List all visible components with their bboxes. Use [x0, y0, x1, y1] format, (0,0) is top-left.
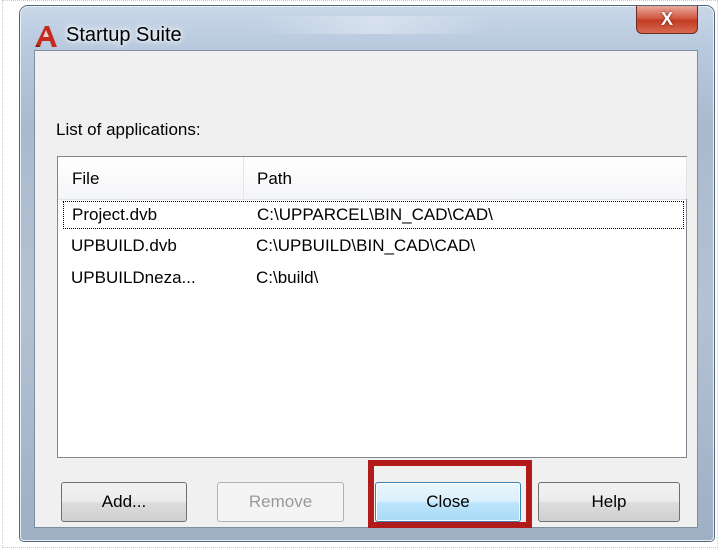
dialog-content: List of applications: File Path Project.…: [34, 50, 698, 528]
applications-list[interactable]: File Path Project.dvb C:\UPPARCEL\BIN_CA…: [57, 156, 687, 458]
file-cell: UPBUILD.dvb: [71, 236, 177, 255]
window-title: Startup Suite: [66, 24, 182, 46]
help-button[interactable]: Help: [538, 482, 680, 522]
list-item[interactable]: UPBUILDneza... C:\build\: [58, 265, 686, 293]
path-cell: C:\build\: [256, 268, 319, 287]
column-divider: [686, 157, 687, 199]
column-divider[interactable]: [243, 157, 244, 199]
list-item[interactable]: UPBUILD.dvb C:\UPBUILD\BIN_CAD\CAD\: [58, 233, 686, 261]
background-blur: [260, 16, 490, 34]
file-cell: UPBUILDneza...: [71, 268, 196, 287]
close-window-button[interactable]: X: [636, 6, 698, 34]
path-cell: C:\UPBUILD\BIN_CAD\CAD\: [256, 236, 476, 255]
autocad-a-icon: [32, 22, 60, 50]
list-header: File Path: [58, 157, 687, 200]
path-cell: C:\UPPARCEL\BIN_CAD\CAD\: [257, 205, 493, 224]
add-button[interactable]: Add...: [61, 482, 187, 522]
highlight-annotation-box: [368, 460, 532, 528]
list-of-applications-label: List of applications:: [56, 120, 201, 139]
file-cell: Project.dvb: [72, 205, 158, 224]
column-header-file[interactable]: File: [72, 169, 99, 189]
column-header-path[interactable]: Path: [257, 169, 292, 189]
list-item[interactable]: Project.dvb C:\UPPARCEL\BIN_CAD\CAD\: [63, 201, 684, 229]
remove-button[interactable]: Remove: [217, 482, 344, 522]
